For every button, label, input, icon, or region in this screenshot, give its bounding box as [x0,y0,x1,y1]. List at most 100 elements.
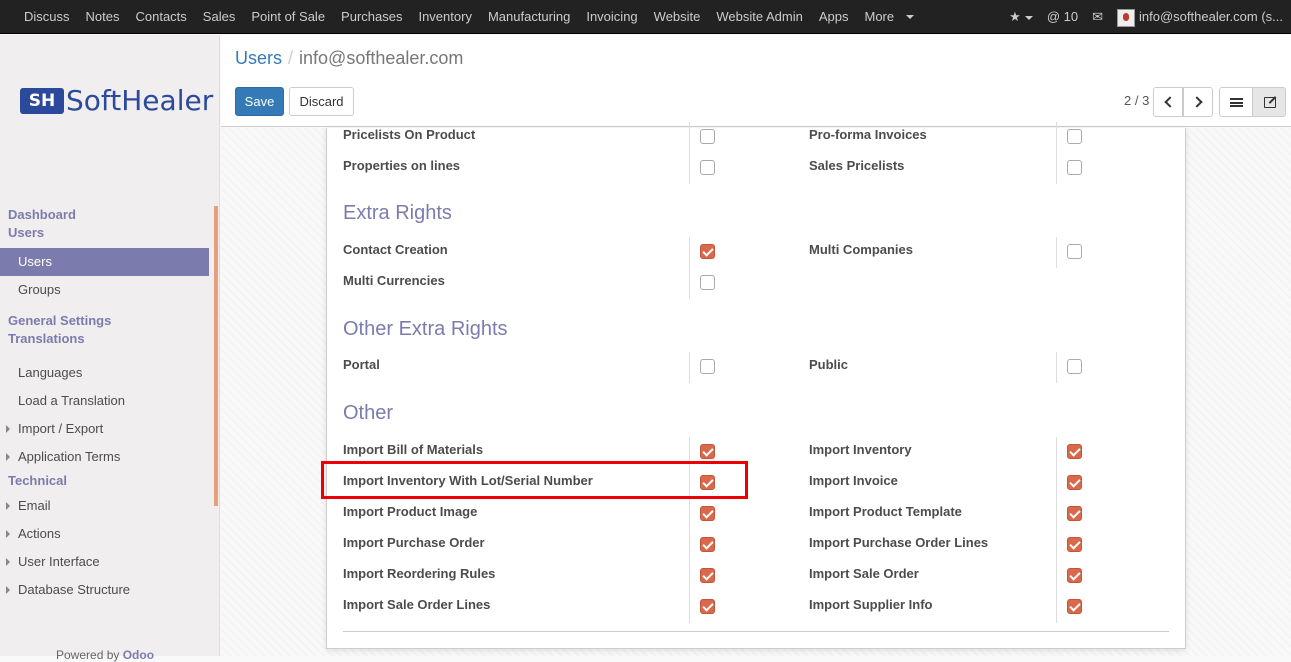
breadcrumb-separator: / [288,48,294,68]
sidebar-item-import-export[interactable]: Import / Export [0,415,209,443]
logo-text: SoftHealer [66,84,214,117]
checkbox-import-purchase-order-lines[interactable] [1067,537,1082,552]
form-view-button[interactable] [1252,87,1286,117]
sidebar-item-groups[interactable]: Groups [0,276,209,304]
sidebar-heading-general-settings[interactable]: General Settings [0,312,209,330]
menu-item-point-of-sale[interactable]: Point of Sale [243,0,333,34]
column-divider [1056,468,1057,499]
menu-item-invoicing[interactable]: Invoicing [578,0,645,34]
pager-previous-button[interactable] [1153,87,1183,117]
logo-mark: SH [20,87,64,114]
mentions-count: 10 [1063,9,1079,24]
pager-value[interactable]: 2 / 3 [1124,93,1149,108]
checkbox-properties-on-lines[interactable] [700,160,715,175]
checkbox-import-supplier-info[interactable] [1067,599,1082,614]
checkbox-import-purchase-order[interactable] [700,537,715,552]
column-divider [1056,561,1057,592]
sidebar-item-load-a-translation[interactable]: Load a Translation [0,387,209,415]
checkbox-pricelists-on-product[interactable] [700,129,715,144]
discard-button[interactable]: Discard [289,87,354,116]
column-divider [689,237,690,268]
checkbox-multi-currencies[interactable] [700,275,715,290]
checkbox-import-sale-order[interactable] [1067,568,1082,583]
menu-item-purchases[interactable]: Purchases [333,0,410,34]
menu-item-apps[interactable]: Apps [811,0,857,34]
chevron-right-icon [1191,96,1203,108]
powered-by: Powered by Odoo [56,648,154,662]
user-menu[interactable]: info@softhealer.com (s... [1117,0,1283,34]
field-label-import-product-image: Import Product Image [343,504,478,519]
column-divider [689,122,690,153]
field-row: Import Reordering Rules Import Sale Order [343,561,1169,592]
checkbox-pro-forma-invoices[interactable] [1067,129,1082,144]
sidebar-item-user-interface[interactable]: User Interface [0,548,209,576]
column-divider [689,561,690,592]
sidebar-item-database-structure[interactable]: Database Structure [0,576,209,604]
chevron-left-icon [1164,96,1176,108]
checkbox-import-invoice[interactable] [1067,475,1082,490]
section-title: Other Extra Rights [343,318,508,340]
breadcrumb-users-link[interactable]: Users [235,48,282,68]
mentions-counter[interactable]: @ 10 [1047,0,1078,34]
menu-item-discuss[interactable]: Discuss [16,0,78,34]
column-divider [1056,499,1057,530]
sidebar-scrollbar[interactable] [214,206,218,506]
field-label-import-inventory: Import Inventory [809,442,912,457]
checkbox-import-reordering-rules[interactable] [700,568,715,583]
sidebar-item-application-terms[interactable]: Application Terms [0,443,209,471]
breadcrumb: Users / info@softhealer.com [235,48,463,69]
sidebar-heading-users[interactable]: Users [0,224,209,242]
checkbox-import-product-image[interactable] [700,506,715,521]
powered-by-link[interactable]: Odoo [123,648,154,662]
sidebar-heading-dashboard[interactable]: Dashboard [0,206,209,224]
checkbox-portal[interactable] [700,359,715,374]
section-title: Extra Rights [343,202,452,224]
column-divider [1056,153,1057,184]
column-divider [689,592,690,623]
field-label-public: Public [809,357,849,372]
breadcrumb-current: info@softhealer.com [299,48,464,68]
field-label-import-sale-order-lines: Import Sale Order Lines [343,597,491,612]
field-label-import-bill-of-materials: Import Bill of Materials [343,442,484,457]
edit-icon [1264,97,1276,108]
sidebar-heading-technical[interactable]: Technical [0,472,209,490]
sidebar-item-email[interactable]: Email [0,492,209,520]
checkbox-public[interactable] [1067,359,1082,374]
field-label-pro-forma-invoices: Pro-forma Invoices [809,127,927,142]
menu-item-contacts[interactable]: Contacts [127,0,194,34]
field-label-contact-creation: Contact Creation [343,242,448,257]
checkbox-contact-creation[interactable] [700,244,715,259]
menu-item-manufacturing[interactable]: Manufacturing [480,0,578,34]
checkbox-import-inventory[interactable] [1067,444,1082,459]
checkbox-multi-companies[interactable] [1067,244,1082,259]
column-divider [1056,437,1057,468]
field-row: Portal Public [343,352,1169,383]
checkbox-import-sale-order-lines[interactable] [700,599,715,614]
field-row: Import Product Image Import Product Templ… [343,499,1169,530]
chat-icon[interactable]: ✉ [1092,0,1103,34]
checkbox-sales-pricelists[interactable] [1067,160,1082,175]
debug-bug-icon[interactable]: ★ [1009,0,1033,34]
company-logo: SH SoftHealer [20,84,213,117]
highlight-box [321,461,748,499]
menu-item-website-admin[interactable]: Website Admin [708,0,810,34]
top-navbar: Discuss Notes Contacts Sales Point of Sale Pu… [0,0,1291,34]
menu-item-notes[interactable]: Notes [78,0,128,34]
sidebar-heading-translations[interactable]: Translations [0,330,209,348]
column-divider [1056,530,1057,561]
menu-item-inventory[interactable]: Inventory [410,0,479,34]
menu-item-more[interactable]: More [857,0,903,34]
field-label-import-product-template: Import Product Template [809,504,962,519]
menu-item-sales[interactable]: Sales [195,0,244,34]
pager-next-button[interactable] [1183,87,1213,117]
sidebar-item-languages[interactable]: Languages [0,359,209,387]
sidebar-item-actions[interactable]: Actions [0,520,209,548]
user-email: info@softhealer.com (s... [1139,9,1283,24]
sidebar-item-users[interactable]: Users [0,248,209,276]
list-view-button[interactable] [1219,87,1253,117]
checkbox-import-product-template[interactable] [1067,506,1082,521]
menu-item-website[interactable]: Website [646,0,709,34]
save-button[interactable]: Save [235,87,284,116]
checkbox-import-bill-of-materials[interactable] [700,444,715,459]
field-label-multi-companies: Multi Companies [809,242,914,257]
